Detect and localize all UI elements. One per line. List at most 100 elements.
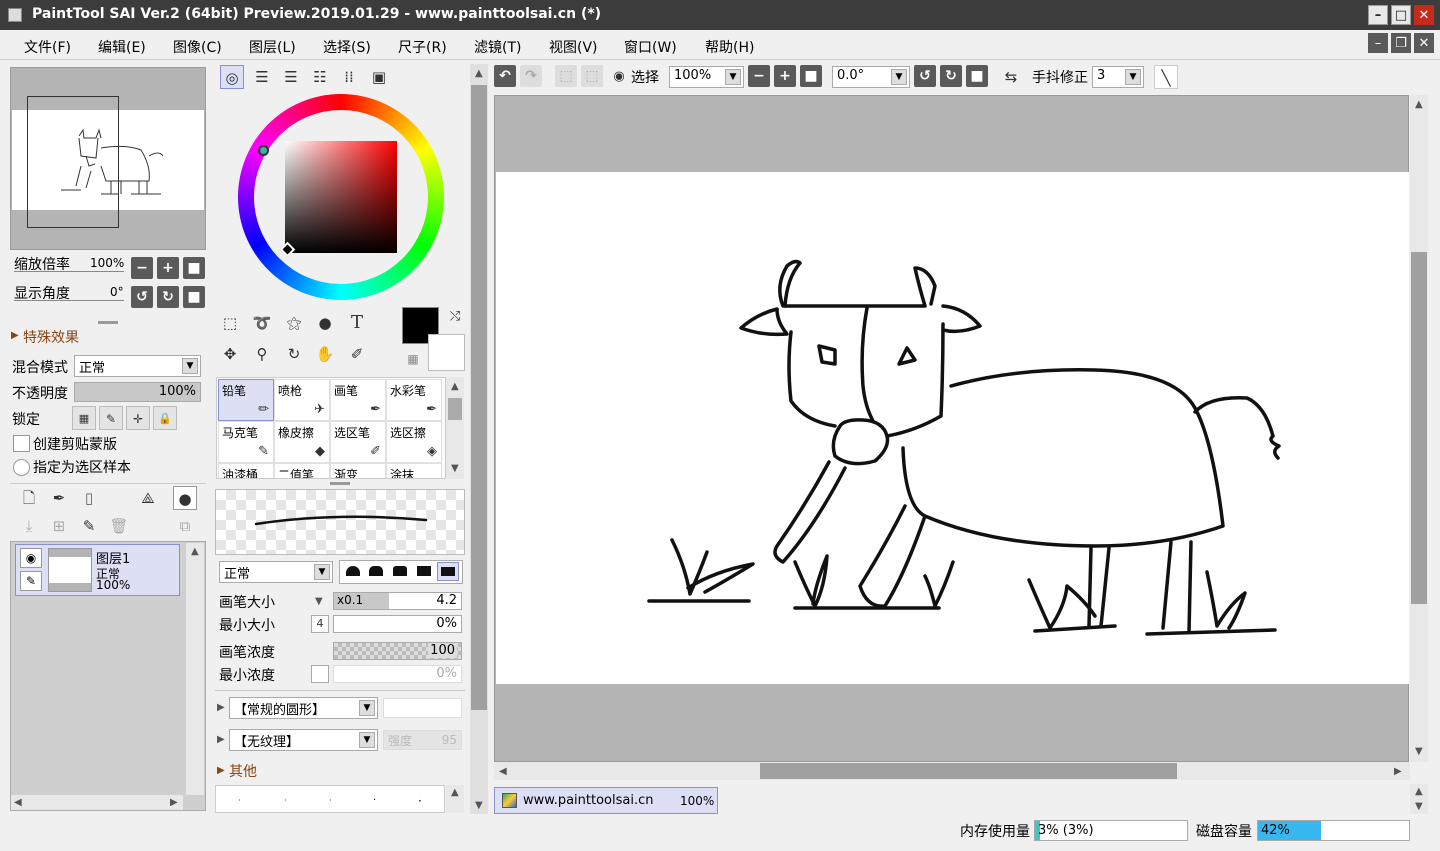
effects-label[interactable]: 特殊效果 [23, 327, 79, 347]
hand-icon[interactable]: ✋ [313, 342, 337, 366]
toolbar-rotate-right-button[interactable]: ↻ [940, 65, 962, 87]
angle-slider[interactable] [14, 300, 124, 301]
zoom-in-button[interactable]: + [157, 257, 179, 279]
size-preset-2[interactable]: · [284, 796, 287, 805]
menu-filter[interactable]: 滤镜(T) [474, 37, 521, 57]
edge-hardness-5[interactable] [437, 562, 459, 581]
size-preset-scroll-up-icon[interactable]: ▲ [451, 787, 459, 798]
menu-file[interactable]: 文件(F) [24, 37, 71, 57]
menu-view[interactable]: 视图(V) [549, 37, 598, 57]
layer-item[interactable]: ◉ ✎ 图层1 正常 100% [15, 544, 180, 596]
brush-watercolor[interactable]: 水彩笔 ✒ [386, 379, 442, 421]
transparent-color-icon[interactable]: ▦ [401, 347, 425, 371]
brush-eraser[interactable]: 橡皮擦 ◆ [274, 421, 330, 463]
tab-scroll-up-icon[interactable]: ▲ [1415, 786, 1423, 797]
straight-line-icon[interactable]: ╲ [1154, 65, 1178, 89]
texture-expander-icon[interactable]: ▶ [217, 734, 225, 745]
brush-pencil[interactable]: 铅笔 ✏ [218, 379, 274, 421]
layer-mask-icon[interactable]: ● [173, 486, 197, 510]
texture-strength-field[interactable]: 强度 95 [383, 730, 462, 750]
brush-texture-select[interactable]: 【无纹理】 ▼ [229, 729, 378, 751]
shape-strength-field[interactable] [383, 698, 462, 718]
stabilizer-select[interactable]: 3 ▼ [1092, 66, 1144, 88]
eye-icon[interactable]: ◉ [607, 65, 631, 89]
size-preset-5[interactable]: · [418, 794, 422, 808]
new-folder-icon[interactable]: ▯ [77, 486, 101, 510]
size-dropdown-icon[interactable]: ▼ [315, 596, 323, 607]
opacity-slider[interactable]: 100% [74, 382, 201, 402]
menu-help[interactable]: 帮助(H) [705, 37, 754, 57]
min-size-slider[interactable]: 0% [333, 615, 462, 633]
rect-select-icon[interactable]: ⬚ [218, 311, 242, 335]
toolbar-rotate-reset-button[interactable]: ■ [966, 65, 988, 87]
canvas-scroll-left-icon[interactable]: ◀ [499, 766, 507, 777]
rotate-reset-button[interactable]: ■ [183, 286, 205, 308]
wand-icon[interactable]: ⚝ [282, 311, 306, 335]
rotate-right-button[interactable]: ↻ [157, 286, 179, 308]
rotate-icon[interactable]: ↻ [282, 342, 306, 366]
other-expander-icon[interactable]: ▶ [217, 765, 225, 776]
lock-transparency-icon[interactable]: ▦ [72, 406, 96, 430]
brush-gradient[interactable]: 渐变 [330, 463, 386, 478]
menu-window[interactable]: 窗口(W) [624, 37, 677, 57]
doc-minimize-button[interactable]: – [1368, 33, 1388, 53]
other-label[interactable]: 其他 [229, 761, 257, 781]
size-multiplier[interactable]: x0.1 [334, 593, 389, 609]
sample-radio[interactable] [13, 459, 30, 476]
canvas-scroll-down-icon[interactable]: ▼ [1415, 746, 1423, 757]
edge-hardness-1[interactable] [346, 566, 360, 576]
close-button[interactable]: ✕ [1414, 5, 1434, 25]
edge-hardness-3[interactable] [393, 566, 407, 576]
rotate-left-button[interactable]: ↺ [131, 286, 153, 308]
edge-hardness-4[interactable] [417, 566, 431, 576]
layer-hscrollbar[interactable] [11, 795, 183, 810]
brush-blur[interactable]: 涂抹 [386, 463, 442, 478]
toolbar-zoom-out-button[interactable]: − [748, 65, 770, 87]
lasso-icon[interactable]: ➰ [250, 311, 274, 335]
copy-layer-icon[interactable]: ⧉ [173, 514, 197, 538]
undo-button[interactable]: ↶ [494, 65, 516, 87]
new-linework-icon[interactable]: ✒ [47, 486, 71, 510]
move-icon[interactable]: ✥ [218, 342, 242, 366]
canvas-hscroll-thumb[interactable] [760, 763, 1177, 779]
lock-move-icon[interactable]: ✛ [126, 406, 150, 430]
minimize-button[interactable]: – [1368, 5, 1388, 25]
menu-select[interactable]: 选择(S) [323, 37, 371, 57]
color-wheel[interactable] [238, 94, 444, 300]
min-density-checkbox[interactable] [311, 665, 329, 683]
brush-binary[interactable]: 二值笔 [274, 463, 330, 478]
layer-scroll-right-icon[interactable]: ▶ [170, 797, 178, 808]
text-icon[interactable]: T [345, 311, 369, 335]
brush-mode-select[interactable]: 正常 ▼ [219, 561, 333, 583]
brush-bucket[interactable]: 油漆桶 [218, 463, 274, 478]
shape-expander-icon[interactable]: ▶ [217, 702, 225, 713]
eye-icon[interactable]: ◉ [20, 548, 42, 568]
flip-horizontal-icon[interactable]: ⇆ [999, 65, 1023, 89]
menu-layer[interactable]: 图层(L) [249, 37, 296, 57]
invert-select-button[interactable]: ⬚ [581, 65, 603, 87]
canvas-scroll-up-icon[interactable]: ▲ [1415, 99, 1423, 110]
brush-scroll-thumb[interactable] [448, 398, 462, 420]
menu-ruler[interactable]: 尺子(R) [398, 37, 447, 57]
navigator-preview[interactable] [10, 67, 206, 250]
hue-marker[interactable] [258, 145, 269, 156]
zoom-out-button[interactable]: − [131, 257, 153, 279]
zoom-icon[interactable]: ⚲ [250, 342, 274, 366]
edge-hardness-2[interactable] [369, 566, 383, 576]
layer-scrollbar[interactable] [186, 543, 204, 795]
panel-splitter[interactable] [98, 321, 118, 324]
min-density-slider[interactable]: 0% [333, 665, 462, 683]
brush-grid-splitter[interactable] [330, 482, 350, 485]
zoom-value[interactable]: 100% [90, 256, 124, 270]
brush-shape-select[interactable]: 【常规的圆形】 ▼ [229, 697, 378, 719]
angle-value[interactable]: 0° [110, 285, 124, 299]
clear-layer-icon[interactable]: ✎ [77, 514, 101, 538]
doc-restore-button[interactable]: ❐ [1391, 33, 1411, 53]
toolbar-zoom-select[interactable]: 100% ▼ [669, 66, 744, 88]
swap-colors-icon[interactable]: ⤭ [443, 305, 467, 329]
panel-scroll-down-icon[interactable]: ▼ [475, 800, 483, 811]
canvas-scroll-right-icon[interactable]: ▶ [1394, 766, 1402, 777]
secondary-color[interactable] [428, 334, 465, 371]
new-layer-icon[interactable]: 🗋 [17, 486, 41, 510]
swatches-tab-icon[interactable]: ☷ [308, 65, 332, 89]
